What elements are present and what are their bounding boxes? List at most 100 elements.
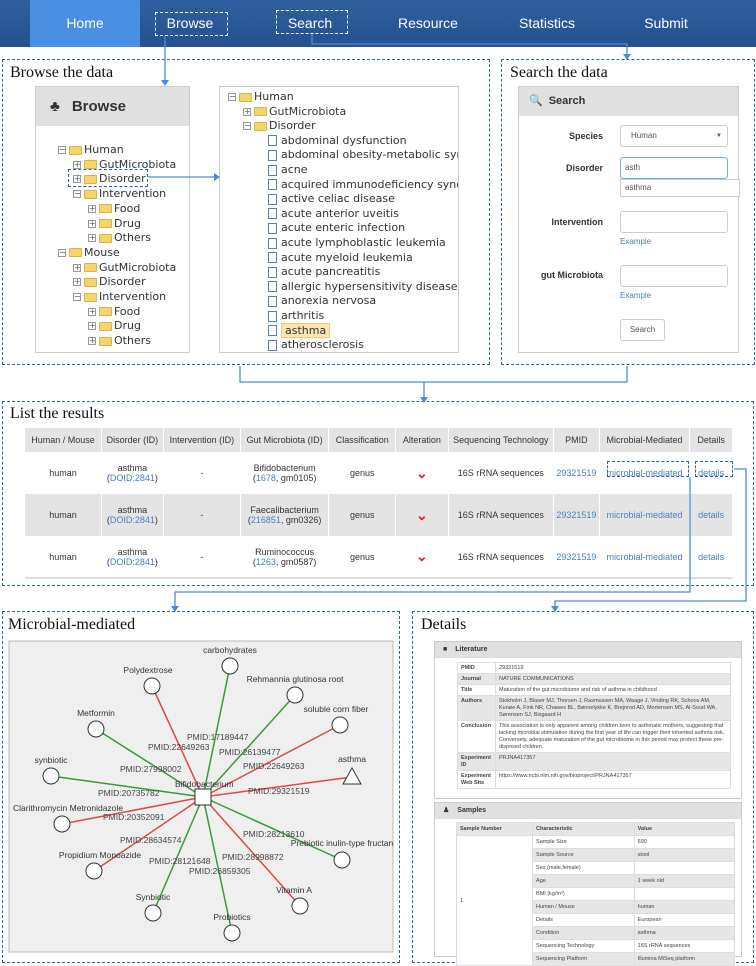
microbial-mediated-link[interactable]: microbial-mediated: [607, 510, 683, 520]
details-link[interactable]: details: [698, 552, 724, 562]
literature-row: Authors Stokholm J, Blaser MJ, Thorsen J,…: [457, 695, 731, 721]
browse-tree-node[interactable]: − Intervention: [73, 290, 166, 304]
network-node[interactable]: [42, 767, 60, 785]
network-node[interactable]: [53, 815, 71, 833]
nav-statistics[interactable]: Statistics: [492, 0, 602, 47]
network-node[interactable]: [85, 862, 103, 880]
microbiota-input[interactable]: [620, 265, 728, 287]
doid-link[interactable]: DOID:2841: [110, 515, 155, 525]
browse-tree-node[interactable]: + GutMicrobiota: [73, 261, 176, 275]
literature-title: Literature: [455, 646, 488, 653]
browse-tree-node[interactable]: + Drug: [88, 217, 141, 231]
disorder-tree-folder[interactable]: − Human: [228, 90, 294, 104]
tree-node-label: GutMicrobiota: [269, 104, 347, 118]
disorder-input[interactable]: asth: [620, 157, 728, 179]
disorder-tree-item[interactable]: anorexia nervosa: [268, 294, 376, 308]
browse-tree-node[interactable]: − Intervention: [73, 187, 166, 201]
disorder-tree-panel[interactable]: − Human + GutMicrobiota − Disorder abdominal d…: [219, 86, 459, 353]
browse-tree-node[interactable]: − Human: [58, 143, 124, 157]
disorder-tree-item[interactable]: atherosclerosis: [268, 338, 364, 352]
microbiota-example-link[interactable]: Example: [620, 291, 651, 300]
disorder-tree-item[interactable]: asthma: [268, 322, 331, 338]
disorder-tree-item[interactable]: acute pancreatitis: [268, 265, 380, 279]
network-node[interactable]: [87, 720, 105, 738]
nav-submit[interactable]: Submit: [611, 0, 721, 47]
expand-icon[interactable]: +: [88, 307, 96, 316]
nav-home[interactable]: Home: [30, 0, 140, 47]
collapse-icon[interactable]: −: [243, 122, 251, 131]
network-node[interactable]: [291, 897, 309, 915]
expand-icon[interactable]: +: [73, 278, 81, 287]
pmid-link[interactable]: 29321519: [556, 552, 596, 562]
characteristic-value: [633, 861, 736, 875]
network-node[interactable]: [333, 851, 351, 869]
table-cell: human: [25, 536, 102, 578]
network-node[interactable]: [223, 924, 241, 942]
microbial-mediated-link[interactable]: microbial-mediated: [607, 552, 683, 562]
disorder-tree-item[interactable]: allergic hypersensitivity disease: [268, 280, 458, 294]
table-cell: asthma (DOID:2841): [101, 494, 164, 536]
browse-tree-node[interactable]: − Mouse: [58, 246, 120, 260]
expand-icon[interactable]: +: [88, 234, 96, 243]
disorder-tree-item[interactable]: acute enteric infection: [268, 221, 405, 235]
disorder-tree-folder[interactable]: + GutMicrobiota: [243, 105, 346, 119]
network-node[interactable]: [144, 904, 162, 922]
intervention-example-link[interactable]: Example: [620, 237, 651, 246]
disorder-tree-item[interactable]: arthritis: [268, 309, 324, 323]
microbe-center-node[interactable]: [194, 788, 212, 806]
expand-icon[interactable]: +: [88, 337, 96, 346]
disorder-tree-item[interactable]: acne: [268, 163, 308, 177]
search-button[interactable]: Search: [620, 319, 665, 341]
disorder-tree-folder[interactable]: − Disorder: [243, 119, 316, 133]
pmid-link[interactable]: 29321519: [556, 510, 596, 520]
disorder-tree-item[interactable]: abdominal obesity-metabolic syndr: [268, 148, 458, 162]
collapse-icon[interactable]: −: [228, 93, 236, 101]
collapse-icon[interactable]: −: [58, 248, 66, 257]
characteristic: BMI (kg/m²): [532, 887, 635, 901]
pmid-link[interactable]: 29321519: [556, 468, 596, 478]
expand-icon[interactable]: +: [243, 107, 251, 116]
taxid-link[interactable]: 1678: [256, 473, 276, 483]
doid-link[interactable]: DOID:2841: [110, 557, 155, 567]
network-node[interactable]: [143, 677, 161, 695]
expand-icon[interactable]: +: [88, 204, 96, 213]
disorder-tree-item[interactable]: acute lymphoblastic leukemia: [268, 236, 446, 250]
browse-tree-node[interactable]: + Food: [88, 305, 140, 319]
browse-tree-node[interactable]: + Drug: [88, 319, 141, 333]
browse-tree-node[interactable]: + Others: [88, 334, 151, 348]
disorder-tree-item[interactable]: acute anterior uveitis: [268, 207, 399, 221]
nav-resource[interactable]: Resource: [373, 0, 483, 47]
disorder-tree-item[interactable]: acquired immunodeficiency syndror: [268, 178, 458, 192]
browse-tree-node[interactable]: + Others: [88, 231, 151, 245]
characteristic: Details: [532, 913, 635, 927]
intervention: -: [200, 551, 204, 562]
doid-link[interactable]: DOID:2841: [110, 473, 155, 483]
intervention-input[interactable]: [620, 211, 728, 233]
network-node[interactable]: [221, 657, 239, 675]
taxid-link[interactable]: 1263: [256, 557, 276, 567]
details-link[interactable]: details: [698, 510, 724, 520]
expand-icon[interactable]: +: [73, 263, 81, 272]
species-select[interactable]: Human ▼: [620, 125, 728, 147]
expand-icon[interactable]: +: [73, 160, 81, 169]
expand-icon[interactable]: +: [88, 322, 96, 331]
collapse-icon[interactable]: −: [58, 146, 66, 154]
gm-id: , gm0587): [275, 556, 317, 567]
browse-tree-node[interactable]: + Food: [88, 202, 140, 216]
disorder-tree-item[interactable]: abdominal dysfunction: [268, 134, 407, 148]
intervention: -: [200, 468, 204, 478]
table-cell: 29321519: [553, 536, 600, 578]
browse-tree-node[interactable]: + Disorder: [73, 275, 146, 289]
taxid-link[interactable]: 216851: [251, 515, 281, 525]
network-node[interactable]: [286, 686, 304, 704]
expand-icon[interactable]: +: [88, 219, 96, 228]
collapse-icon[interactable]: −: [73, 190, 81, 199]
collapse-icon[interactable]: −: [73, 293, 81, 301]
disorder-tree-item[interactable]: active celiac disease: [268, 192, 395, 206]
document-icon: [268, 208, 277, 220]
autocomplete-suggestion[interactable]: asthma: [620, 179, 740, 197]
network-node[interactable]: [331, 716, 349, 734]
disorder-tree-item[interactable]: acute myeloid leukemia: [268, 251, 413, 265]
experiment-web-link[interactable]: https://www.ncbi.nlm.nih.gov/bioproject/…: [495, 770, 731, 789]
literature-key: Conclusion: [457, 720, 496, 753]
